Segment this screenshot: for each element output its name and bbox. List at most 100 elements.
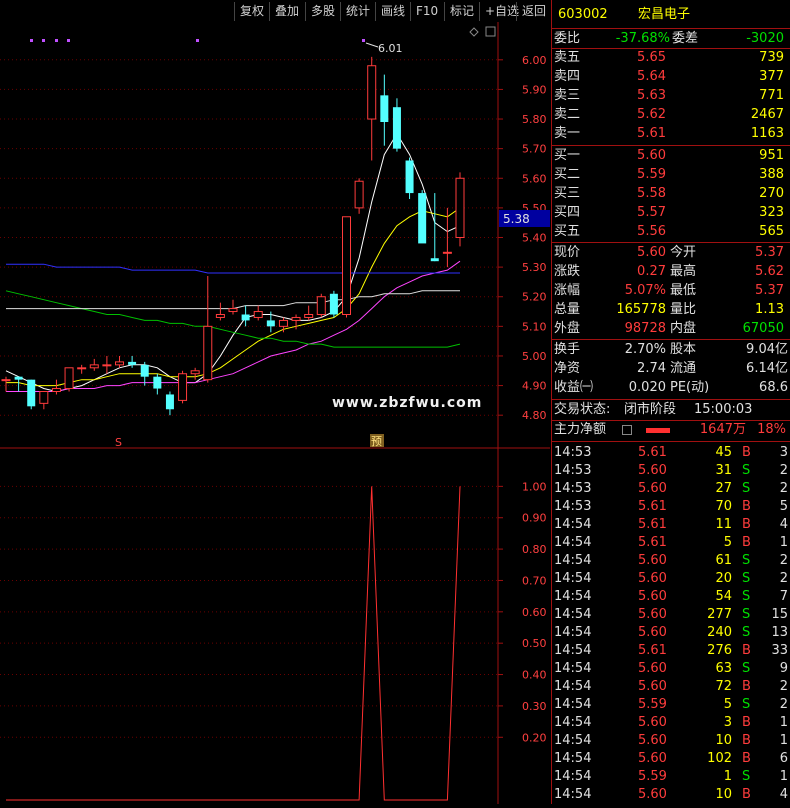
candle-body [442,251,452,254]
quote-value: 1.13 [755,302,784,317]
bid-row[interactable]: 买四 5.57 323 [552,204,790,222]
quote-label: 现价 [554,245,581,260]
tick-row[interactable]: 14:54 5.59 1 S 1 [552,768,790,786]
tick-side: S [742,625,751,640]
tick-count: 1 [779,769,788,784]
indicator-axis-label: 0.20 [522,731,547,744]
tick-row[interactable]: 14:54 5.60 277 S 15 [552,606,790,624]
overlay-button[interactable]: 叠加 [269,2,304,21]
tick-volume: 240 [707,625,732,640]
quote-value: 5.37 [755,245,784,260]
tick-side: S [742,589,751,604]
divider [552,441,790,442]
tick-row[interactable]: 14:54 5.61 276 B 33 [552,642,790,660]
price-axis-label: 5.10 [522,320,547,333]
tick-count: 1 [779,535,788,550]
tick-price: 5.60 [638,625,667,640]
tick-side: B [742,535,751,550]
candle [203,276,213,383]
tick-side: S [742,553,751,568]
indicator-axis-label: 0.70 [522,574,547,587]
tick-time: 14:53 [554,445,592,460]
tick-row[interactable]: 14:54 5.59 5 S 2 [552,696,790,714]
tick-row[interactable]: 14:54 5.61 5 B 1 [552,534,790,552]
price-axis-label: 5.80 [522,113,547,126]
ask-price: 5.62 [637,107,666,122]
price-axis-label: 5.30 [522,261,547,274]
fund-row: 换手 2.70% 股本 9.04亿 [552,341,790,359]
fund-label: 流通 [670,361,697,376]
tick-row[interactable]: 14:54 5.60 102 B 6 [552,750,790,768]
tick-row[interactable]: 14:54 5.60 54 S 7 [552,588,790,606]
purple-dots [30,39,365,42]
tick-count: 2 [779,481,788,496]
window-icon[interactable] [485,26,496,37]
candle [115,355,124,368]
tick-price: 5.60 [638,553,667,568]
bid-row[interactable]: 买二 5.59 388 [552,166,790,184]
statistics-button[interactable]: 统计 [340,2,375,21]
tick-price: 5.60 [638,679,667,694]
candle [392,98,401,152]
tick-side: S [742,769,751,784]
kline-chart-area[interactable]: 6.00 5.90 5.80 5.70 5.60 5.50 5.40 5.30 5.20 5.10… [0,22,550,804]
candle-body [455,177,465,238]
tick-row[interactable]: 14:53 5.60 31 S 2 [552,462,790,480]
tick-row[interactable]: 14:54 5.60 10 B 1 [552,732,790,750]
candle [342,216,351,318]
bid-label: 买二 [554,167,581,182]
tick-row[interactable]: 14:54 5.60 20 S 2 [552,570,790,588]
chart-toolbar: 复权 叠加 多股 统计 画线 F10 标记 +自选 返回 [0,0,550,22]
fund-row: 净资 2.74 流通 6.14亿 [552,360,790,378]
ask-row[interactable]: 卖四 5.64 377 [552,68,790,86]
quote-value: 5.62 [755,264,784,279]
tick-row[interactable]: 14:53 5.61 45 B 3 [552,444,790,462]
tick-volume: 70 [715,499,732,514]
tick-row[interactable]: 14:54 5.60 240 S 13 [552,624,790,642]
bid-label: 买五 [554,224,581,239]
diamond-icon[interactable] [469,27,479,37]
indicator-axis-label: 0.40 [522,669,547,682]
tick-time: 14:53 [554,481,592,496]
candle [64,367,74,392]
tick-row[interactable]: 14:54 5.60 10 B 4 [552,786,790,804]
tick-row[interactable]: 14:54 5.60 72 B 2 [552,678,790,696]
watermark: www.zbzfwu.com [332,395,483,411]
tick-row[interactable]: 14:53 5.60 27 S 2 [552,480,790,498]
price-axis-label: 5.70 [522,143,547,156]
ask-label: 卖三 [554,88,581,103]
tick-row[interactable]: 14:54 5.61 11 B 4 [552,516,790,534]
tick-row[interactable]: 14:54 5.60 3 B 1 [552,714,790,732]
kline-chart[interactable]: 6.005.905.805.705.605.505.405.305.205.10… [0,22,550,804]
tick-volume: 27 [715,481,732,496]
bid-price: 5.58 [637,186,666,201]
ask-row[interactable]: 卖三 5.63 771 [552,87,790,105]
mark-button[interactable]: 标记 [444,2,479,21]
tick-price: 5.60 [638,589,667,604]
fuquan-button[interactable]: 复权 [234,2,269,21]
ask-row[interactable]: 卖五 5.65 739 [552,49,790,67]
bid-row[interactable]: 买一 5.60 951 [552,147,790,165]
ask-row[interactable]: 卖二 5.62 2467 [552,106,790,124]
multi-stock-button[interactable]: 多股 [305,2,340,21]
ask-label: 卖一 [554,126,581,141]
bid-row[interactable]: 买三 5.58 270 [552,185,790,203]
bid-volume: 323 [759,205,784,220]
tick-row[interactable]: 14:53 5.61 70 B 5 [552,498,790,516]
tick-price: 5.59 [638,697,667,712]
draw-line-button[interactable]: 画线 [375,2,410,21]
tick-volume: 72 [715,679,732,694]
tick-row[interactable]: 14:54 5.60 63 S 9 [552,660,790,678]
back-button[interactable]: 返回 [516,2,551,21]
f10-button[interactable]: F10 [410,2,443,21]
current-price-tag: 5.38 [503,212,530,226]
ask-row[interactable]: 卖一 5.61 1163 [552,125,790,143]
tick-side: B [742,517,751,532]
tick-row[interactable]: 14:54 5.60 61 S 2 [552,552,790,570]
tick-volume: 31 [715,463,732,478]
tick-count: 4 [779,787,788,802]
candle [89,358,99,371]
bid-row[interactable]: 买五 5.56 565 [552,223,790,241]
ask-price: 5.63 [637,88,666,103]
list-icon[interactable] [622,425,632,435]
